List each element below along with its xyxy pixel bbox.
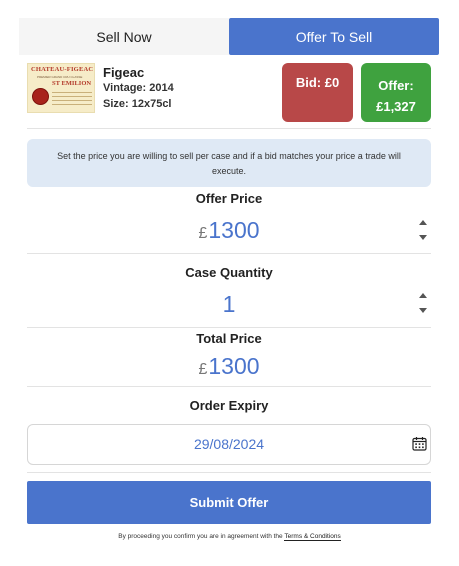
decrement-icon[interactable] <box>419 308 427 313</box>
divider <box>27 386 431 387</box>
wine-label-image: CHATEAU-FIGEAC PREMIER GRAND CRU CLASSE … <box>27 63 95 113</box>
tab-sell-now[interactable]: Sell Now <box>19 18 229 55</box>
wine-label-title: CHATEAU-FIGEAC <box>31 66 94 73</box>
offer-price-input[interactable]: £1300 <box>27 217 431 244</box>
wine-label-classification: PREMIER GRAND CRU CLASSE <box>37 75 83 79</box>
increment-icon[interactable] <box>419 220 427 225</box>
order-expiry-date-input[interactable]: 29/08/2024 <box>27 424 431 465</box>
wine-seal-icon <box>32 88 49 105</box>
offer-price-value: 1300 <box>208 217 260 243</box>
currency-symbol: £ <box>198 225 208 242</box>
divider <box>27 253 431 254</box>
offer-value: £1,327 <box>376 99 416 114</box>
wine-label-lines <box>52 92 92 93</box>
divider <box>27 327 431 328</box>
wine-label-appellation: ST EMILION <box>52 80 92 87</box>
terms-link[interactable]: Terms & Conditions <box>284 533 341 541</box>
case-quantity-input[interactable]: 1 <box>27 291 431 318</box>
total-price-display: £1300 <box>27 353 431 380</box>
bid-label: Bid: £0 <box>295 75 340 90</box>
total-price-label: Total Price <box>196 331 262 346</box>
tab-offer-to-sell[interactable]: Offer To Sell <box>229 18 439 55</box>
divider <box>27 472 431 473</box>
wine-summary: CHATEAU-FIGEAC PREMIER GRAND CRU CLASSE … <box>27 63 431 129</box>
offer-badge: Offer: £1,327 <box>361 63 431 122</box>
wine-name: Figeac <box>103 65 145 80</box>
total-price-value: 1300 <box>208 353 260 379</box>
offer-label: Offer: <box>378 78 414 93</box>
increment-icon[interactable] <box>419 293 427 298</box>
info-banner: Set the price you are willing to sell pe… <box>27 139 431 187</box>
wine-size: Size: 12x75cl <box>103 98 172 110</box>
case-quantity-value: 1 <box>222 291 236 317</box>
calendar-icon[interactable] <box>412 436 427 451</box>
submit-offer-button[interactable]: Submit Offer <box>27 481 431 524</box>
case-quantity-label: Case Quantity <box>185 265 273 280</box>
decrement-icon[interactable] <box>419 235 427 240</box>
wine-vintage: Vintage: 2014 <box>103 82 174 94</box>
order-expiry-value: 29/08/2024 <box>193 436 265 452</box>
currency-symbol: £ <box>198 361 208 378</box>
offer-price-label: Offer Price <box>195 191 263 206</box>
order-expiry-label: Order Expiry <box>189 398 269 413</box>
trade-tabs: Sell Now Offer To Sell <box>19 18 439 55</box>
bid-badge: Bid: £0 <box>282 63 353 122</box>
terms-notice: By proceeding you confirm you are in agr… <box>0 533 459 541</box>
terms-prefix: By proceeding you confirm you are in agr… <box>118 533 283 540</box>
